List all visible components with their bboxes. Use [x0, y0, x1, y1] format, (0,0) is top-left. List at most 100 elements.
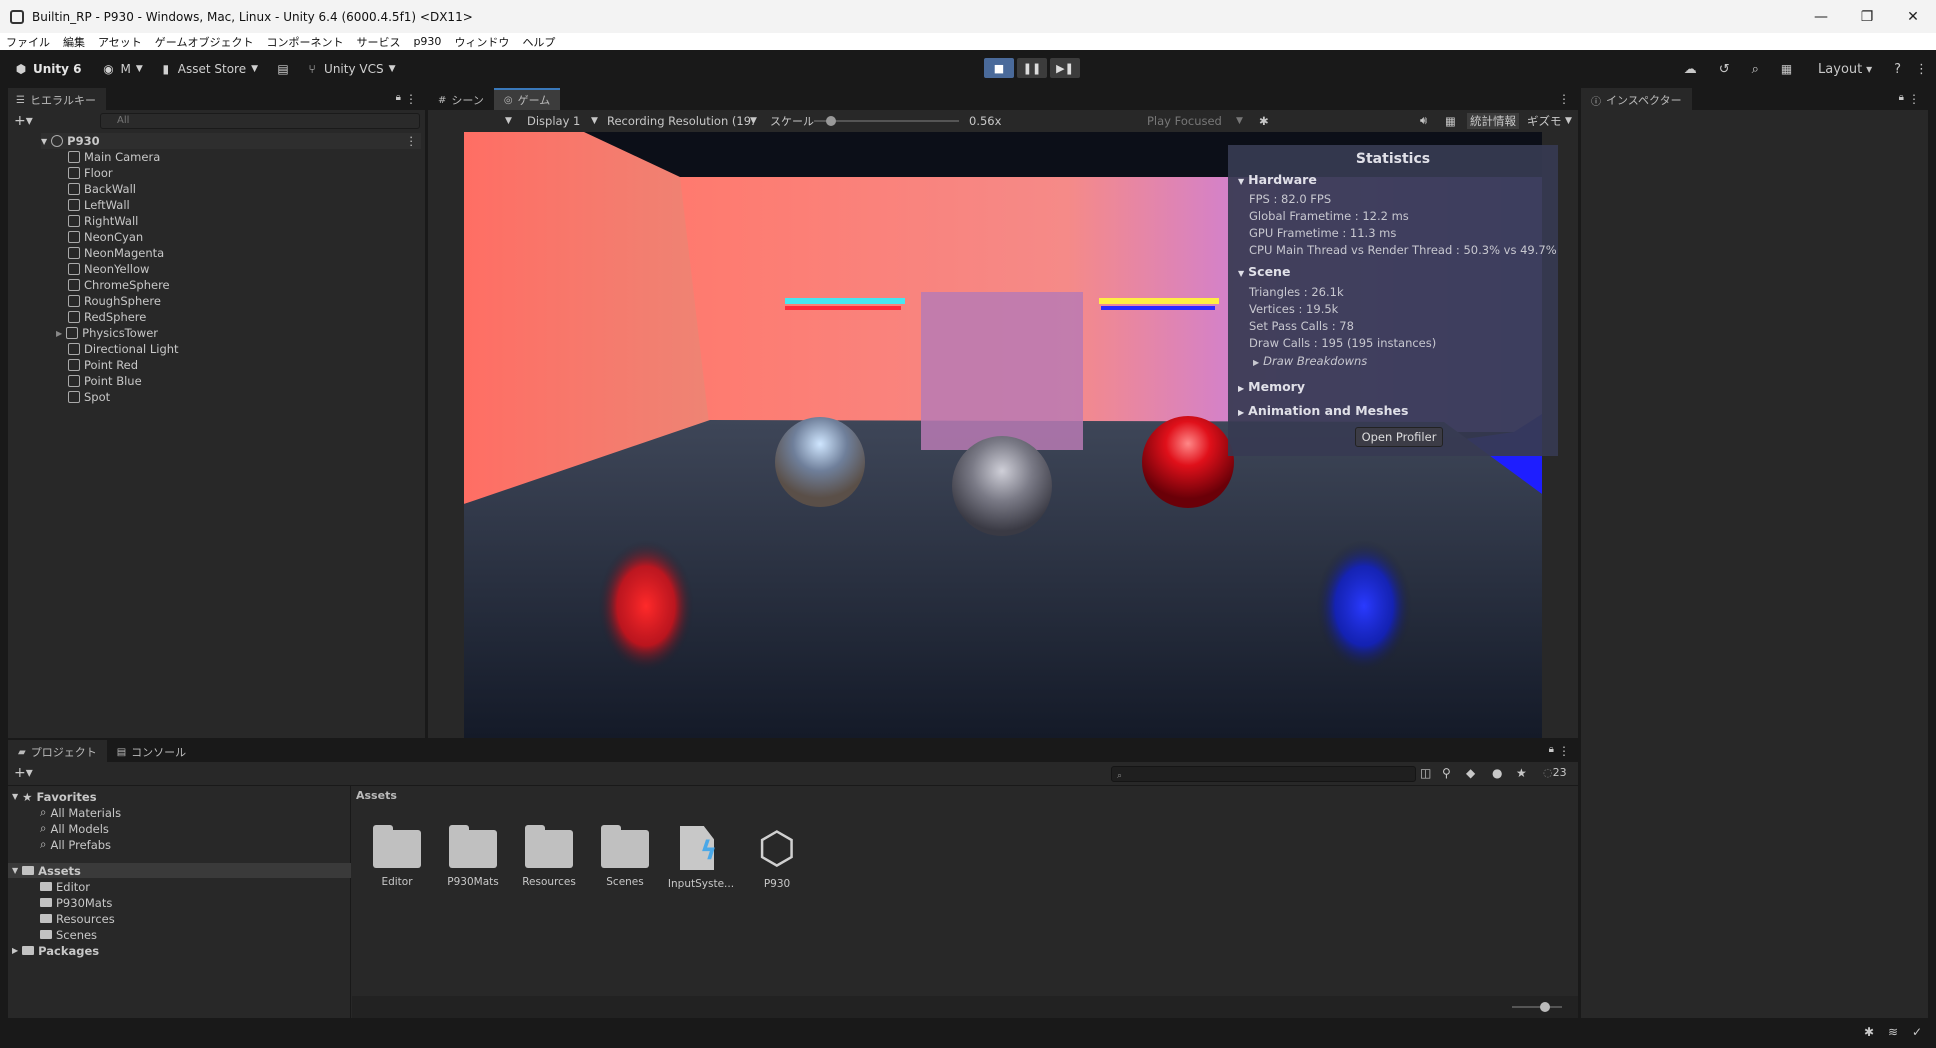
menu-services[interactable]: サービス	[356, 34, 400, 50]
more-icon[interactable]: ⋮	[405, 92, 417, 106]
list-item[interactable]: LeftWall	[68, 197, 130, 213]
packages-root[interactable]: ▶ Packages	[12, 943, 99, 958]
lock-icon[interactable]: 🔒︎	[396, 92, 401, 103]
tab-scene[interactable]: # シーン	[428, 88, 494, 110]
list-item[interactable]: NeonCyan	[68, 229, 143, 245]
list-item[interactable]: RedSphere	[68, 309, 146, 325]
stop-button[interactable]: ■	[984, 58, 1014, 78]
stats-section-scene[interactable]: ▼ Scene	[1238, 264, 1290, 279]
list-item[interactable]: Spot	[68, 389, 110, 405]
step-button[interactable]: ▶❚	[1050, 58, 1080, 78]
icon-size-slider-thumb[interactable]	[1540, 1002, 1550, 1012]
list-item[interactable]: RoughSphere	[68, 293, 161, 309]
hierarchy-search-input[interactable]: All	[100, 113, 420, 129]
scale-slider-thumb[interactable]	[826, 116, 837, 126]
tree-folder[interactable]: Editor	[40, 879, 90, 894]
chevron-down-icon[interactable]: ▼	[505, 116, 512, 126]
package-button[interactable]: ▤	[276, 58, 295, 80]
layout-dropdown[interactable]: ▦ Layout ▾	[1781, 62, 1872, 77]
play-focused-dropdown[interactable]: Play Focused	[1147, 114, 1222, 128]
search-icon[interactable]: ⌕	[1752, 62, 1759, 77]
list-item[interactable]: Main Camera	[68, 149, 160, 165]
audio-icon[interactable]: 🔊︎	[1420, 113, 1427, 128]
asset-folder[interactable]: Resources	[514, 825, 584, 888]
vcs-dropdown[interactable]: ⑂ Unity VCS ▼	[305, 58, 395, 80]
hidden-count[interactable]: ◌23	[1543, 766, 1567, 779]
menu-file[interactable]: ファイル	[6, 34, 50, 50]
resolution-dropdown[interactable]: Recording Resolution (19:	[607, 114, 757, 128]
list-item[interactable]: BackWall	[68, 181, 136, 197]
label-icon[interactable]: ◆	[1466, 766, 1475, 780]
tab-game[interactable]: ◎ ゲーム	[493, 88, 561, 110]
favorite-item[interactable]: ⌕ All Prefabs	[40, 837, 111, 852]
asset-store-dropdown[interactable]: ▮ Asset Store ▼	[159, 58, 258, 80]
minimize-button[interactable]: —	[1798, 0, 1844, 33]
stats-section-memory[interactable]: ▶ Memory	[1238, 379, 1305, 394]
lock-icon[interactable]: 🔒︎	[1899, 92, 1904, 103]
create-button[interactable]: +▾	[14, 113, 33, 129]
project-search-input[interactable]: ⌕	[1111, 766, 1416, 782]
help-icon[interactable]: ?	[1894, 62, 1901, 77]
stats-section-hardware[interactable]: ▼ Hardware	[1238, 172, 1317, 187]
list-item[interactable]: ▶ PhysicsTower	[56, 325, 158, 341]
list-item[interactable]: NeonMagenta	[68, 245, 164, 261]
menu-help[interactable]: ヘルプ	[522, 34, 555, 50]
lock-icon[interactable]: 🔒︎	[1549, 744, 1554, 755]
tab-hierarchy[interactable]: ☰ ヒエラルキー	[8, 88, 106, 110]
menu-edit[interactable]: 編集	[63, 34, 85, 50]
more-icon[interactable]: ⋮	[1558, 744, 1570, 758]
open-profiler-button[interactable]: Open Profiler	[1355, 427, 1443, 447]
tab-inspector[interactable]: ⓘ インスペクター	[1581, 88, 1692, 110]
chevron-down-icon[interactable]: ▼	[1565, 116, 1572, 126]
icon-size-slider[interactable]	[1512, 1002, 1562, 1012]
list-item[interactable]: NeonYellow	[68, 261, 149, 277]
list-item[interactable]: RightWall	[68, 213, 138, 229]
favorites-section[interactable]: ▼ ★ Favorites	[12, 789, 97, 804]
display-dropdown[interactable]: Display 1	[527, 114, 580, 128]
tree-folder[interactable]: Scenes	[40, 927, 97, 942]
scale-slider[interactable]	[814, 116, 959, 126]
tree-folder[interactable]: Resources	[40, 911, 115, 926]
tab-console[interactable]: ▤ コンソール	[106, 740, 197, 762]
stats-button[interactable]: 統計情報	[1467, 112, 1519, 129]
menu-window[interactable]: ウィンドウ	[454, 34, 509, 50]
favorite-item[interactable]: ⌕ All Materials	[40, 805, 121, 820]
asset-folder[interactable]: Editor	[362, 825, 432, 888]
pause-button[interactable]: ❚❚	[1017, 58, 1047, 78]
favorite-item[interactable]: ⌕ All Models	[40, 821, 109, 836]
close-button[interactable]: ✕	[1890, 0, 1936, 33]
more-icon[interactable]: ⋮	[1908, 92, 1920, 106]
list-item[interactable]: ChromeSphere	[68, 277, 170, 293]
debug-icon[interactable]: ✱	[1864, 1025, 1874, 1039]
tab-project[interactable]: ▰ プロジェクト	[8, 740, 107, 762]
draw-breakdowns-toggle[interactable]: ▶ Draw Breakdowns	[1253, 354, 1367, 368]
scene-root[interactable]: ▼ P930 ⋮	[41, 133, 421, 149]
more-icon[interactable]: ⋮	[1915, 62, 1928, 77]
account-dropdown[interactable]: ◉ M ▼	[102, 58, 143, 80]
stats-section-anim[interactable]: ▶ Animation and Meshes	[1238, 403, 1408, 418]
asset-scene[interactable]: ⬡ P930	[742, 822, 812, 891]
unity-account-button[interactable]: ⬢ Unity 6	[14, 58, 82, 80]
check-icon[interactable]: ✓	[1912, 1025, 1922, 1039]
bug-icon[interactable]: ✱	[1259, 114, 1269, 128]
filter-type-icon[interactable]: ⚲	[1442, 766, 1451, 780]
star-icon[interactable]: ★	[1516, 766, 1527, 780]
asset-folder[interactable]: P930Mats	[438, 825, 508, 888]
expand-arrow-icon[interactable]: ▶	[56, 329, 62, 338]
menu-assets[interactable]: アセット	[98, 34, 142, 50]
list-item[interactable]: Directional Light	[68, 341, 179, 357]
list-item[interactable]: Point Red	[68, 357, 138, 373]
asset-file[interactable]: ϟ InputSyste...	[666, 822, 736, 890]
list-item[interactable]: Point Blue	[68, 373, 142, 389]
cloud-icon[interactable]: ☁	[1684, 62, 1697, 77]
more-icon[interactable]: ⋮	[1558, 92, 1570, 106]
menu-gameobject[interactable]: ゲームオブジェクト	[155, 34, 254, 50]
keyboard-icon[interactable]: ▦	[1445, 114, 1456, 128]
search-by-type-icon[interactable]: ◫	[1420, 766, 1431, 780]
tree-folder[interactable]: P930Mats	[40, 895, 112, 910]
list-item[interactable]: Floor	[68, 165, 113, 181]
maximize-button[interactable]: ❐	[1844, 0, 1890, 33]
layers-icon[interactable]: ≋	[1888, 1025, 1898, 1039]
gizmos-button[interactable]: ギズモ	[1527, 113, 1562, 129]
history-icon[interactable]: ↺	[1719, 62, 1730, 77]
